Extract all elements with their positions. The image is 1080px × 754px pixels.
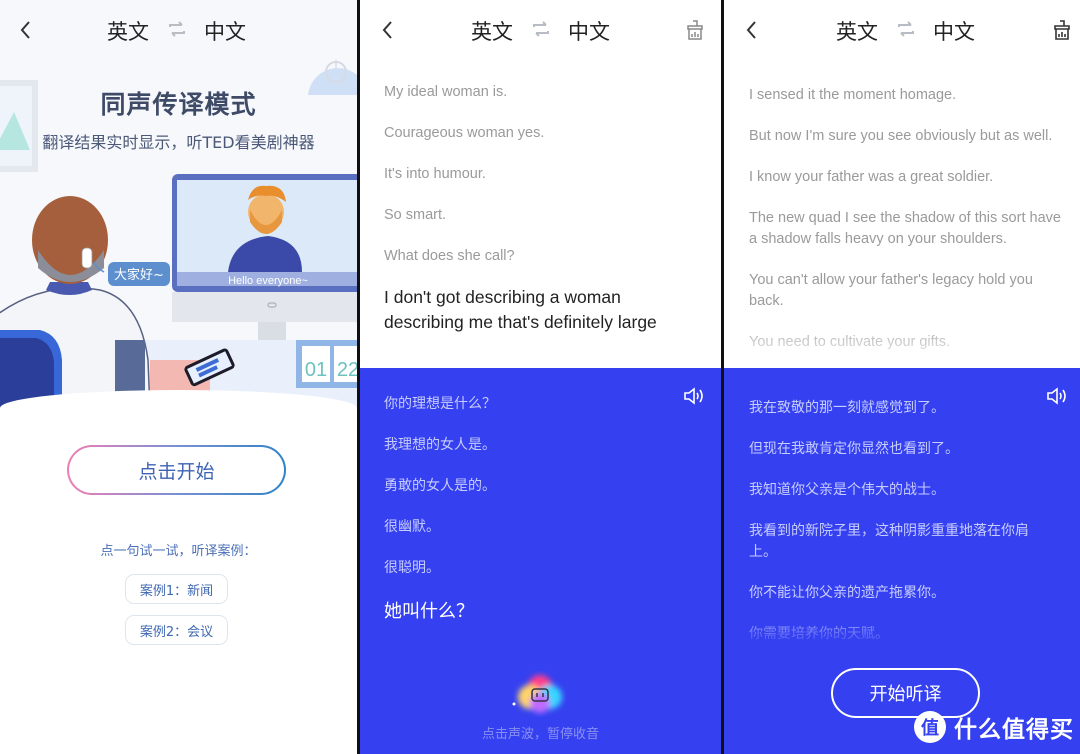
watermark-text: 什么值得买 <box>954 717 1074 743</box>
svg-text:01: 01 <box>305 359 327 381</box>
case-meeting-button[interactable]: 案例2：会议 <box>125 615 228 645</box>
intro-panel: Hello everyone~ 01 22 大家好~ 英文 中文 同声传译模式 … <box>0 0 357 754</box>
english-transcript: My ideal woman is. Courageous woman yes.… <box>384 82 705 355</box>
english-line: It's into humour. <box>384 166 486 182</box>
top-bar: 英文 中文 <box>0 0 357 62</box>
english-line: I sensed it the moment homage. <box>749 87 957 103</box>
target-language[interactable]: 中文 <box>204 16 246 46</box>
watermark-logo: 值 <box>914 711 946 743</box>
target-language[interactable]: 中文 <box>933 16 975 46</box>
clear-brush-icon[interactable] <box>685 19 705 41</box>
english-line: You can't allow your father's legacy hol… <box>749 272 1033 309</box>
live-translation-panel: 英文 中文 My ideal woman is. Courageous woma… <box>360 0 721 754</box>
english-line: The new quad I see the shadow of this so… <box>749 210 1061 247</box>
swap-icon[interactable] <box>895 20 917 38</box>
start-button[interactable]: 点击开始 <box>67 445 286 495</box>
fade-overlay <box>724 318 1080 368</box>
source-language[interactable]: 英文 <box>836 16 878 46</box>
clear-brush-icon[interactable] <box>1052 19 1072 41</box>
chinese-line: 你的理想是什么？ <box>384 396 496 412</box>
sound-wave-orb-icon[interactable] <box>510 671 570 721</box>
swap-icon[interactable] <box>530 20 552 38</box>
swap-icon[interactable] <box>166 20 188 38</box>
source-language[interactable]: 英文 <box>471 16 513 46</box>
back-icon[interactable] <box>376 16 400 44</box>
top-bar: 英文 中文 <box>724 0 1080 62</box>
start-button-label: 点击开始 <box>69 447 284 493</box>
english-line: I know your father was a great soldier. <box>749 169 994 185</box>
english-line: My ideal woman is. <box>384 84 508 100</box>
chinese-line: 但现在我敢肯定你显然也看到了。 <box>749 441 959 457</box>
earbud <box>81 247 93 269</box>
source-language[interactable]: 英文 <box>107 16 149 46</box>
chinese-line: 很幽默。 <box>384 519 440 535</box>
chinese-translation-area: 你的理想是什么？ 我理想的女人是。 勇敢的女人是的。 很幽默。 很聪明。 她叫什… <box>360 368 721 754</box>
chinese-line: 我知道你父亲是个伟大的战士。 <box>749 482 945 498</box>
back-icon[interactable] <box>14 16 38 44</box>
back-icon[interactable] <box>740 16 764 44</box>
chinese-line: 你不能让你父亲的遗产拖累你。 <box>749 585 945 601</box>
mode-title: 同声传译模式 <box>100 90 257 119</box>
chinese-transcript: 你的理想是什么？ 我理想的女人是。 勇敢的女人是的。 很幽默。 很聪明。 她叫什… <box>384 394 693 645</box>
english-line: What does she call? <box>384 248 515 264</box>
target-language[interactable]: 中文 <box>568 16 610 46</box>
chinese-current-line: 她叫什么？ <box>384 601 474 622</box>
english-line: But now I'm sure you see obviously but a… <box>749 128 1053 144</box>
top-bar: 英文 中文 <box>360 0 721 62</box>
chinese-line: 勇敢的女人是的。 <box>384 478 496 494</box>
english-line: So smart. <box>384 207 447 223</box>
chinese-translation-area: 我在致敬的那一刻就感觉到了。 但现在我敢肯定你显然也看到了。 我知道你父亲是个伟… <box>724 368 1080 754</box>
chinese-line: 我在致敬的那一刻就感觉到了。 <box>749 400 945 416</box>
mode-subtitle: 翻译结果实时显示，听TED看美剧神器 <box>42 133 315 152</box>
try-examples-label: 点一句试一试，听译案例： <box>100 544 257 559</box>
pause-hint: 点击声波，暂停收音 <box>481 727 599 742</box>
english-current-line: I don't got describing a woman describin… <box>384 287 657 332</box>
english-line: Courageous woman yes. <box>384 125 545 141</box>
fade-overlay <box>724 608 1080 648</box>
chinese-line: 我看到的新院子里，这种阴影重重地落在你肩上。 <box>749 523 1029 560</box>
svg-text:22: 22 <box>337 359 357 381</box>
monitor-subtitle: Hello everyone~ <box>228 275 308 287</box>
case-news-button[interactable]: 案例1：新闻 <box>125 574 228 604</box>
svg-text:大家好~: 大家好~ <box>114 267 164 283</box>
chinese-line: 我理想的女人是。 <box>384 437 496 453</box>
chinese-line: 很聪明。 <box>384 560 440 576</box>
watermark: 值 什么值得买 <box>914 710 1074 744</box>
translation-history-panel: 英文 中文 I sensed it the moment homage. But… <box>724 0 1080 754</box>
